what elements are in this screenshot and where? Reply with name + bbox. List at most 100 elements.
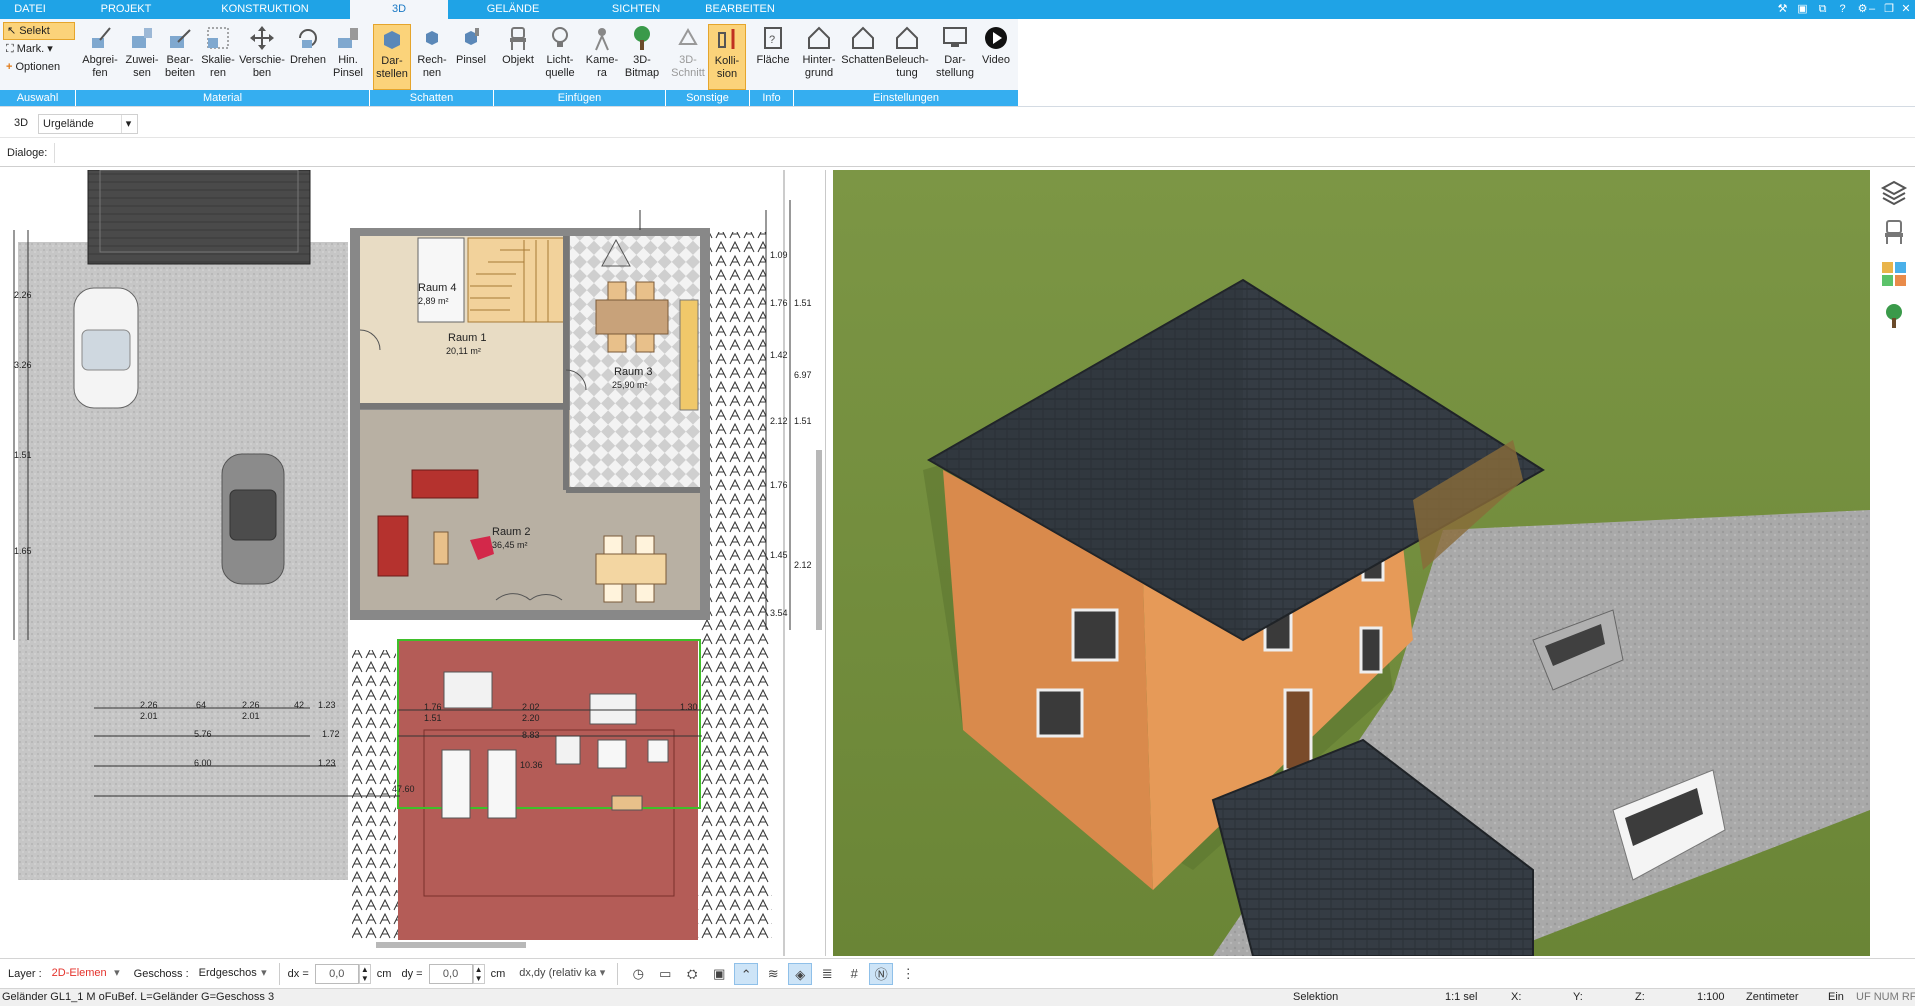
window-front-lower xyxy=(1359,626,1383,674)
more-icon[interactable]: ⋮ xyxy=(896,963,920,985)
lightbulb-icon xyxy=(552,27,568,47)
dx-unit: cm xyxy=(376,967,392,980)
plan-horizontal-scrollbar[interactable] xyxy=(376,942,526,948)
dy-stepper[interactable]: ▲ ▼ xyxy=(472,963,485,984)
staircase xyxy=(467,237,565,323)
minimize-icon[interactable]: – xyxy=(1865,2,1879,17)
schatten-button[interactable]: Schatten xyxy=(840,24,886,90)
grid-icon[interactable]: # xyxy=(842,963,866,985)
screen-icon[interactable]: ▭ xyxy=(653,963,677,985)
close-icon[interactable]: ✕ xyxy=(1899,2,1913,17)
rotate-icon xyxy=(299,29,317,48)
cube-icon[interactable]: ▣ xyxy=(707,963,731,985)
layer-stack-icon[interactable]: ≣ xyxy=(815,963,839,985)
floor-plan-2d-view[interactable]: Raum 4 2,89 m² Raum 1 20,11 m² Raum 3 25… xyxy=(0,170,826,956)
options-button[interactable]: + Optionen xyxy=(3,58,75,76)
north-icon[interactable]: Ⓝ xyxy=(869,962,894,985)
coordinate-mode-select[interactable]: dx,dy (relativ ka ▾ xyxy=(515,963,610,984)
dim-label: 1.51 xyxy=(794,416,812,426)
schnitt3d-button[interactable]: 3D- Schnitt xyxy=(668,24,708,90)
terrace-table xyxy=(597,739,627,769)
chevron-down-icon: ▾ xyxy=(599,966,606,979)
tab-bearbeiten[interactable]: BEARBEITEN xyxy=(700,0,780,19)
help-icon[interactable]: ? xyxy=(1835,2,1850,17)
flaeche-button[interactable]: ? Fläche xyxy=(752,24,794,90)
layer-select[interactable]: 2D-Elemen ▾ xyxy=(47,963,124,984)
skalieren-button[interactable]: Skalie- ren xyxy=(196,24,240,90)
plane-icon[interactable]: ◈ xyxy=(788,962,813,985)
dx-input[interactable]: 0,0 xyxy=(314,963,359,984)
window-left-lower xyxy=(1036,688,1084,738)
dx-stepper[interactable]: ▲ ▼ xyxy=(358,963,371,984)
tab-3d[interactable]: 3D xyxy=(350,0,448,19)
chevron-down-icon: ▾ xyxy=(114,966,120,979)
dim-label: 1.76 xyxy=(770,480,788,490)
rechnen-button[interactable]: Rech- nen xyxy=(413,24,451,90)
kollision-button[interactable]: Kolli- sion xyxy=(708,24,746,90)
3d-scene[interactable] xyxy=(833,170,1870,956)
room-label-raum1: Raum 1 xyxy=(448,332,487,344)
kamera-button[interactable]: Kame- ra xyxy=(580,24,624,90)
tab-projekt[interactable]: PROJEKT xyxy=(92,0,160,19)
bitmap3d-button[interactable]: 3D- Bitmap xyxy=(620,24,664,90)
tree-icon xyxy=(634,26,650,50)
side-table xyxy=(433,531,449,565)
section-icon xyxy=(678,27,698,45)
materials-icon[interactable] xyxy=(1880,260,1908,288)
wall-icon[interactable]: ≋ xyxy=(761,963,785,985)
terrace-chair-group xyxy=(589,693,637,725)
darstellen-button[interactable]: Dar- stellen xyxy=(373,24,411,90)
floor-plan-canvas[interactable] xyxy=(0,170,826,956)
dy-input[interactable]: 0,0 xyxy=(428,963,473,984)
dim-label: 1.42 xyxy=(770,350,788,360)
video-button[interactable]: Video xyxy=(976,24,1016,90)
furniture-icon[interactable] xyxy=(1880,218,1908,246)
dim-label: 5.76 xyxy=(194,729,212,739)
select-button[interactable]: ↖ Selekt xyxy=(3,22,75,40)
darstellung-button[interactable]: Dar- stellung xyxy=(932,24,978,90)
dim-label: 2.12 xyxy=(794,560,812,570)
tab-konstruktion[interactable]: KONSTRUKTION xyxy=(215,0,315,19)
terrace-grill xyxy=(611,795,643,811)
tab-sichten[interactable]: SICHTEN xyxy=(600,0,672,19)
dim-label: 2.01 xyxy=(140,711,158,721)
dialogs-label: Dialoge: xyxy=(7,147,48,159)
status-message: Geländer GL1_1 M oFuBef. L=Geländer G=Ge… xyxy=(2,991,275,1003)
tile-icon[interactable]: ⧉ xyxy=(1815,2,1830,17)
restore-icon[interactable]: ❐ xyxy=(1882,2,1896,17)
tools-icon[interactable]: ⚒ xyxy=(1775,2,1790,17)
abgreifen-button[interactable]: Abgrei- fen xyxy=(78,24,122,90)
hintergrund-button[interactable]: Hinter- grund xyxy=(796,24,842,90)
terrain-select[interactable]: Urgelände ▾ xyxy=(38,114,138,134)
drehen-button[interactable]: Drehen xyxy=(286,24,330,90)
car-white xyxy=(73,287,139,409)
hinpinsel-button[interactable]: Hin. Pinsel xyxy=(326,24,370,90)
window-icon[interactable]: ▣ xyxy=(1795,2,1810,17)
dim-label: 1.51 xyxy=(424,713,442,723)
3d-view[interactable] xyxy=(833,170,1870,956)
edit-material-icon xyxy=(170,29,191,48)
pipette-icon xyxy=(92,27,111,48)
objekt-button[interactable]: Objekt xyxy=(496,24,540,90)
room-area-raum1: 20,11 m² xyxy=(446,346,481,356)
plants-icon[interactable] xyxy=(1880,302,1908,330)
dim-label: 2.26 xyxy=(140,700,158,710)
gravel-driveway xyxy=(18,242,348,880)
camera-view-icon[interactable]: ⛭ xyxy=(680,963,704,985)
pinsel-button[interactable]: Pinsel xyxy=(452,24,490,90)
snap-line-icon[interactable]: ⌃ xyxy=(734,962,759,985)
geschoss-select[interactable]: Erdgeschos ▾ xyxy=(194,963,271,984)
dim-label: 3.54 xyxy=(770,608,788,618)
clock-icon[interactable]: ◷ xyxy=(626,963,650,985)
plan-vertical-scrollbar[interactable] xyxy=(816,450,822,630)
tab-datei[interactable]: DATEI xyxy=(0,0,60,19)
brush-icon xyxy=(338,28,358,48)
divider xyxy=(278,962,280,985)
lichtquelle-button[interactable]: Licht- quelle xyxy=(538,24,582,90)
verschieben-button[interactable]: Verschie- ben xyxy=(236,24,288,90)
mark-button[interactable]: ⛶ Mark. ▾ xyxy=(3,40,75,58)
beleuchtung-button[interactable]: Beleuch- tung xyxy=(884,24,930,90)
layers-icon[interactable] xyxy=(1880,178,1908,206)
room-label-raum2: Raum 2 xyxy=(492,526,531,538)
tab-gelaende[interactable]: GELÄNDE xyxy=(478,0,548,19)
